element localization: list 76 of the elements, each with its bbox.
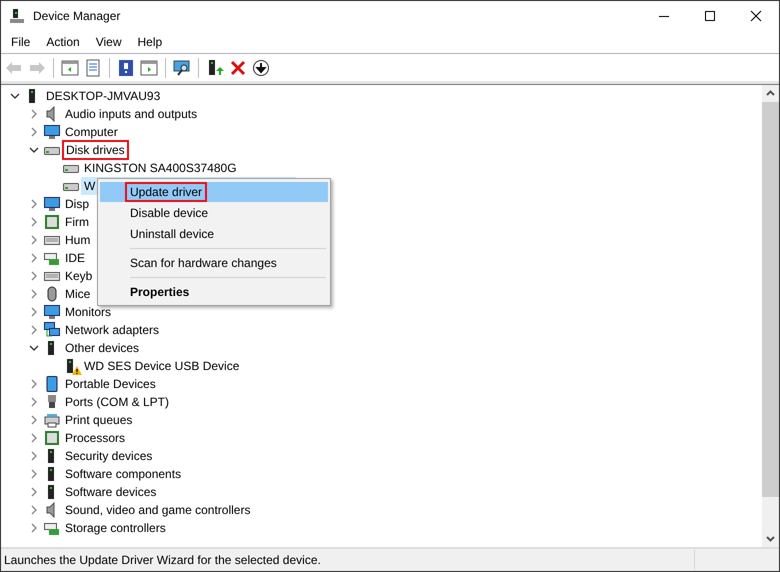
scrollbar-thumb[interactable] <box>762 102 779 497</box>
update-driver-icon[interactable] <box>206 58 224 76</box>
chevron-right-icon[interactable] <box>29 307 39 317</box>
device-manager-icon <box>9 8 25 24</box>
chevron-right-icon[interactable] <box>29 433 39 443</box>
chevron-right-icon[interactable] <box>29 469 39 479</box>
context-menu-item[interactable]: Disable device <box>100 203 328 223</box>
tree-item[interactable]: Keyb <box>62 267 96 285</box>
chip-icon <box>44 430 60 446</box>
tree-item[interactable]: Computer <box>62 123 121 141</box>
chevron-right-icon[interactable] <box>29 397 39 407</box>
chevron-right-icon[interactable] <box>29 217 39 227</box>
chevron-right-icon[interactable] <box>29 325 39 335</box>
chip-icon <box>44 214 60 230</box>
help-icon[interactable] <box>117 58 135 76</box>
download-icon[interactable] <box>252 58 270 76</box>
chevron-right-icon[interactable] <box>29 235 39 245</box>
tree-item[interactable]: Disk drives <box>62 140 129 160</box>
status-text: Launches the Update Driver Wizard for the selected device. <box>3 553 322 567</box>
menu-item[interactable]: Help <box>130 33 170 51</box>
tree-item[interactable]: Mice <box>62 285 94 303</box>
tree-item[interactable]: Hum <box>62 231 94 249</box>
chevron-right-icon[interactable] <box>29 451 39 461</box>
chevron-right-icon[interactable] <box>29 253 39 263</box>
chevron-down-icon[interactable] <box>29 145 39 155</box>
menu-item[interactable]: File <box>3 33 38 51</box>
context-menu-item[interactable]: Scan for hardware changes <box>100 253 328 273</box>
tree-item[interactable]: Storage controllers <box>62 519 169 537</box>
monitor-icon <box>44 124 60 140</box>
tree-item[interactable]: Audio inputs and outputs <box>62 105 200 123</box>
chevron-down-icon[interactable] <box>29 343 39 353</box>
menu-item[interactable]: Action <box>38 33 88 51</box>
tree-item[interactable]: Firm <box>62 213 92 231</box>
tree-item[interactable]: Portable Devices <box>62 375 159 393</box>
tree-item[interactable]: Ports (COM & LPT) <box>62 393 172 411</box>
tree-item[interactable]: Network adapters <box>62 321 162 339</box>
chevron-right-icon[interactable] <box>29 505 39 515</box>
chevron-right-icon[interactable] <box>29 415 39 425</box>
chevron-down-icon[interactable] <box>10 91 20 101</box>
context-menu-item[interactable]: Properties <box>100 282 328 302</box>
tree-item[interactable]: Print queues <box>62 411 136 429</box>
tree-item[interactable]: Sound, video and game controllers <box>62 501 254 519</box>
chevron-right-icon[interactable] <box>29 289 39 299</box>
printer-icon <box>44 412 60 428</box>
tree-item[interactable]: KINGSTON SA400S37480G <box>81 159 240 177</box>
network-monitors-icon <box>44 322 60 338</box>
circuit-board-icon <box>44 250 60 266</box>
chevron-right-icon[interactable] <box>29 271 39 281</box>
chevron-right-icon[interactable] <box>29 523 39 533</box>
menu-item[interactable]: View <box>88 33 130 51</box>
pane-icon[interactable] <box>61 58 79 76</box>
chevron-right-icon[interactable] <box>29 487 39 497</box>
tree-item[interactable]: Software components <box>62 465 184 483</box>
monitor-icon <box>44 196 60 212</box>
tree-item[interactable]: Other devices <box>62 339 142 357</box>
tree-item[interactable]: WD SES Device USB Device <box>81 357 242 375</box>
tree-item[interactable]: Security devices <box>62 447 156 465</box>
context-menu-item[interactable]: Uninstall device <box>100 224 328 244</box>
document-icon[interactable] <box>84 58 102 76</box>
tree-item[interactable]: Processors <box>62 429 128 447</box>
action-pane-icon[interactable] <box>140 58 158 76</box>
chevron-right-icon[interactable] <box>29 199 39 209</box>
tree-item[interactable]: Disp <box>62 195 92 213</box>
monitor-search-icon[interactable] <box>173 58 191 76</box>
tree-item[interactable]: Software devices <box>62 483 160 501</box>
tree-item[interactable]: IDE <box>62 249 88 267</box>
monitor-icon <box>44 304 60 320</box>
tree-item[interactable]: Monitors <box>62 303 114 321</box>
tree-item[interactable]: DESKTOP-JMVAU93 <box>43 87 164 105</box>
chevron-right-icon[interactable] <box>29 127 39 137</box>
tablet-icon <box>44 376 60 392</box>
circuit-board-icon <box>44 520 60 536</box>
window-title: Device Manager <box>33 9 122 23</box>
chevron-right-icon[interactable] <box>29 109 39 119</box>
context-menu-item[interactable]: Update driver <box>100 182 328 202</box>
chevron-right-icon[interactable] <box>29 379 39 389</box>
